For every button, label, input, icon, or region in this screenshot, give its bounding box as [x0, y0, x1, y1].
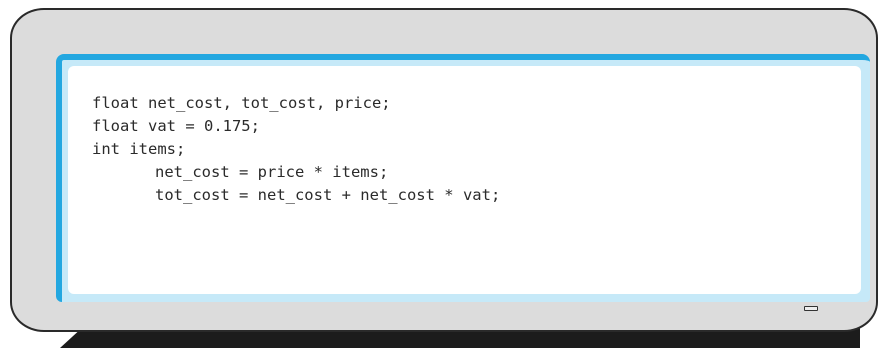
code-line: net_cost = price * items;: [155, 163, 389, 181]
screen-display: float net_cost, tot_cost, price; float va…: [68, 66, 861, 294]
monitor: float net_cost, tot_cost, price; float va…: [10, 8, 878, 332]
code-line: float vat = 0.175;: [92, 117, 260, 135]
code-block: float net_cost, tot_cost, price; float va…: [92, 92, 500, 207]
monitor-screen: float net_cost, tot_cost, price; float va…: [56, 54, 870, 302]
code-line: float net_cost, tot_cost, price;: [92, 94, 391, 112]
code-line: tot_cost = net_cost + net_cost * vat;: [155, 186, 501, 204]
code-line: int items;: [92, 140, 186, 158]
power-indicator-icon: [804, 306, 818, 311]
